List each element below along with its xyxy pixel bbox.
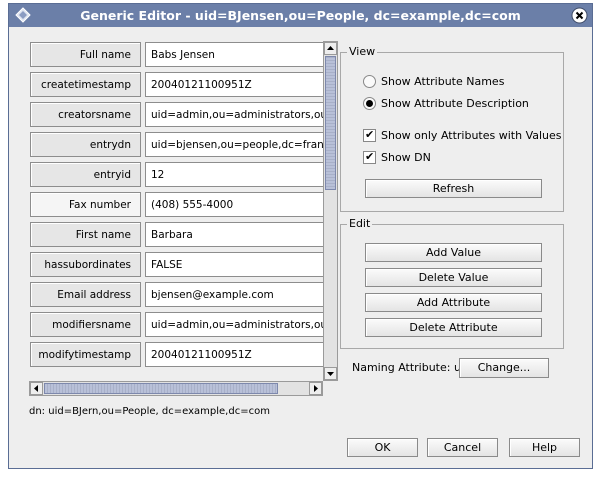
scroll-right-button[interactable] — [309, 382, 322, 395]
attribute-value[interactable]: 20040121100951Z — [145, 342, 323, 367]
add-value-button[interactable]: Add Value — [365, 243, 542, 262]
attribute-value[interactable]: Barbara — [145, 222, 323, 247]
delete-attribute-button[interactable]: Delete Attribute — [365, 318, 542, 337]
show-description-label[interactable]: Show Attribute Description — [381, 97, 529, 110]
show-names-radio[interactable] — [363, 75, 376, 88]
attribute-name: createtimestamp — [30, 72, 141, 97]
attribute-row-selected[interactable]: Fax number (408) 555-4000 — [29, 191, 323, 220]
arrow-up-icon — [327, 46, 334, 50]
window-title: Generic Editor - uid=BJensen,ou=People, … — [80, 8, 521, 23]
only-with-values-label[interactable]: Show only Attributes with Values — [381, 129, 562, 142]
attribute-value[interactable]: bjensen@example.com — [145, 282, 323, 307]
attribute-name: modifytimestamp — [30, 342, 141, 367]
attribute-name: creatorsname — [30, 102, 141, 127]
scroll-corner — [323, 381, 338, 396]
change-naming-button[interactable]: Change... — [459, 358, 549, 378]
attribute-row[interactable]: modifiersname uid=admin,ou=administrator… — [29, 311, 323, 340]
horizontal-scrollbar[interactable] — [29, 381, 323, 396]
attribute-row[interactable]: entrydn uid=bjensen,ou=people,dc=france,… — [29, 131, 323, 160]
attribute-name: entrydn — [30, 132, 141, 157]
refresh-button[interactable]: Refresh — [365, 179, 542, 198]
attribute-value[interactable]: uid=admin,ou=administrators,ou=topologym… — [145, 102, 323, 127]
attribute-name: First name — [30, 222, 141, 247]
edit-group-title: Edit — [347, 217, 373, 230]
scroll-down-button[interactable] — [324, 367, 337, 380]
attribute-table: Full name Babs Jensen createtimestamp 20… — [29, 41, 323, 381]
show-description-radio[interactable] — [363, 97, 376, 110]
dn-label: dn: uid=BJern,ou=People, dc=example,dc=c… — [29, 406, 270, 417]
vertical-scroll-thumb[interactable] — [325, 56, 336, 190]
help-button[interactable]: Help — [509, 438, 580, 457]
attribute-name: entryid — [30, 162, 141, 187]
horizontal-scroll-thumb[interactable] — [44, 383, 278, 394]
view-group-title: View — [347, 45, 378, 58]
arrow-down-icon — [327, 372, 334, 376]
ok-button[interactable]: OK — [347, 438, 418, 457]
delete-value-button[interactable]: Delete Value — [365, 268, 542, 287]
close-icon[interactable] — [571, 7, 588, 24]
attribute-row[interactable]: createtimestamp 20040121100951Z — [29, 71, 323, 100]
attribute-row[interactable]: Email address bjensen@example.com — [29, 281, 323, 310]
generic-editor-dialog: Generic Editor - uid=BJensen,ou=People, … — [8, 3, 593, 469]
arrow-right-icon — [314, 385, 318, 392]
attribute-row[interactable]: entryid 12 — [29, 161, 323, 190]
attribute-value[interactable]: uid=admin,ou=administrators,ou=topologym… — [145, 312, 323, 337]
edit-group: Edit Add Value Delete Value Add Attribut… — [340, 217, 564, 349]
attribute-value[interactable]: Babs Jensen — [145, 42, 323, 67]
view-group: View Show Attribute Names Show Attribute… — [340, 45, 564, 212]
scroll-up-button[interactable] — [324, 42, 337, 55]
show-names-label[interactable]: Show Attribute Names — [381, 75, 504, 88]
attribute-value[interactable]: FALSE — [145, 252, 323, 277]
attribute-value[interactable]: uid=bjensen,ou=people,dc=france,dc=examp… — [145, 132, 323, 157]
attribute-name: Email address — [30, 282, 141, 307]
attribute-name: Full name — [30, 42, 141, 67]
attribute-row[interactable]: Full name Babs Jensen — [29, 41, 323, 70]
scroll-left-button[interactable] — [30, 382, 43, 395]
show-dn-label[interactable]: Show DN — [381, 151, 431, 164]
attribute-name: hassubordinates — [30, 252, 141, 277]
add-attribute-button[interactable]: Add Attribute — [365, 293, 542, 312]
cancel-button[interactable]: Cancel — [427, 438, 498, 457]
naming-attribute-label: Naming Attribute: uid — [352, 361, 471, 374]
attribute-row[interactable]: creatorsname uid=admin,ou=administrators… — [29, 101, 323, 130]
attribute-name: modifiersname — [30, 312, 141, 337]
attribute-value[interactable]: 20040121100951Z — [145, 72, 323, 97]
attribute-value[interactable]: (408) 555-4000 — [145, 192, 323, 217]
show-dn-checkbox[interactable] — [363, 150, 376, 164]
title-bar[interactable]: Generic Editor - uid=BJensen,ou=People, … — [9, 4, 592, 27]
attribute-row[interactable]: hassubordinates FALSE — [29, 251, 323, 280]
attribute-row[interactable]: First name Barbara — [29, 221, 323, 250]
attribute-name: Fax number — [30, 192, 141, 217]
vertical-scrollbar[interactable] — [323, 41, 338, 381]
arrow-left-icon — [34, 385, 38, 392]
only-with-values-checkbox[interactable] — [363, 128, 376, 142]
attribute-row[interactable]: modifytimestamp 20040121100951Z — [29, 341, 323, 370]
attribute-value[interactable]: 12 — [145, 162, 323, 187]
